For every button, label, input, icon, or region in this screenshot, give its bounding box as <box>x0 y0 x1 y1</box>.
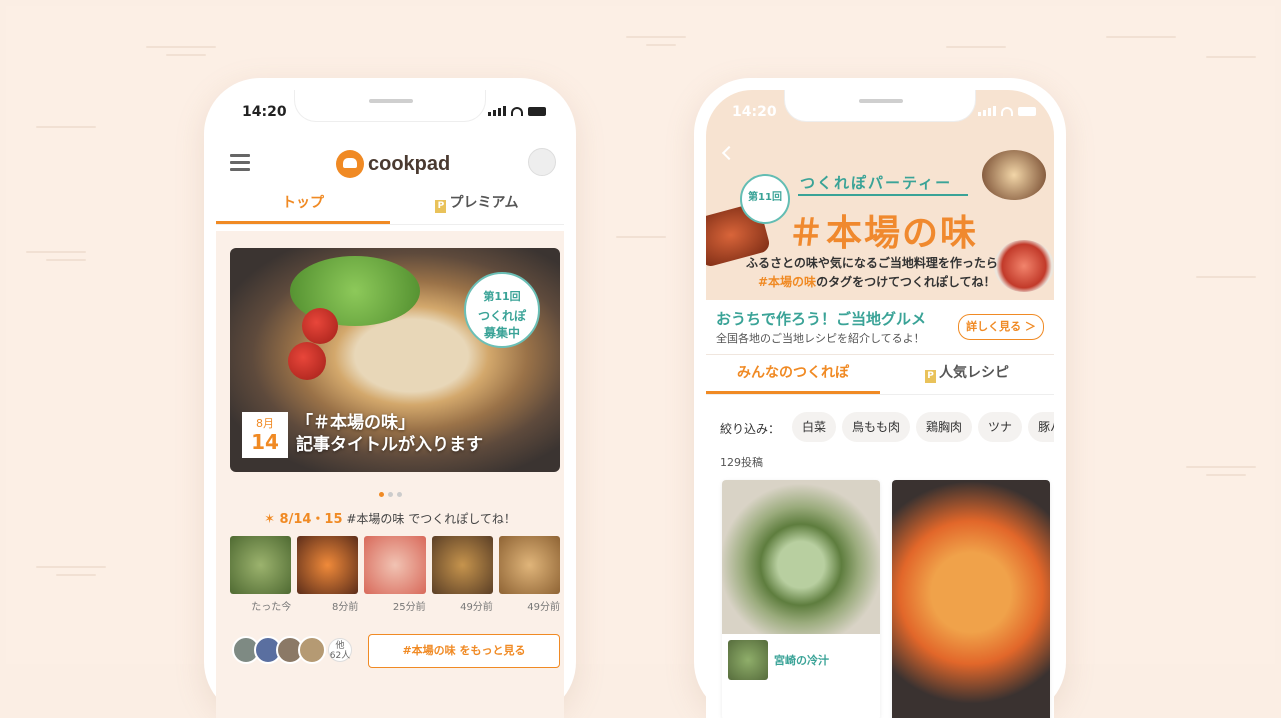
tab-premium[interactable]: P プレミアム <box>390 184 564 224</box>
tab-popular-recipes[interactable]: P 人気レシピ <box>880 354 1054 394</box>
user-avatar-icon[interactable] <box>528 148 556 176</box>
hero-title-line1: 「＃本場の味」 <box>296 413 415 433</box>
stamp-line2: 募集中 <box>483 326 520 340</box>
hero-title-line2: 記事タイトルが入ります <box>296 435 483 455</box>
title-underline <box>798 194 968 196</box>
left-phone: 14:20 cookpad トップ P プレミアム 第11回 つくれぽ 募集中 … <box>204 78 576 718</box>
gourmet-title: おうちで作ろう！ご当地グルメ <box>716 310 927 328</box>
wifi-icon <box>1001 106 1013 116</box>
callout-text: #本場の味 でつくれぽしてね！ <box>342 512 516 526</box>
signal-icon <box>978 106 996 116</box>
dish-graphic <box>994 240 1054 292</box>
see-more-button[interactable]: #本場の味 をもっと見る <box>368 634 560 668</box>
recipe-name: 宮崎の冷汁 <box>774 654 829 667</box>
others-count: 他 62人 <box>328 638 352 662</box>
main-tabs: トップ P プレミアム <box>216 184 564 225</box>
post-time: 25分前 <box>392 602 426 613</box>
event-stamp: 第11回 つくれぽ 募集中 <box>464 272 540 348</box>
others-label: 他 <box>335 641 345 651</box>
app-header: cookpad <box>216 142 564 182</box>
tab-popular-label: 人気レシピ <box>939 365 1009 381</box>
signal-icon <box>488 106 506 116</box>
date-day: 14 <box>251 430 279 454</box>
notch <box>294 90 486 122</box>
hero-title: 「＃本場の味」 記事タイトルが入ります <box>296 412 483 456</box>
chef-hat-logo-icon <box>336 150 364 178</box>
event-description-line2: #本場の味のタグをつけてつくれぽしてね！ <box>758 273 995 290</box>
post-image <box>722 480 880 634</box>
party-title: つくれぽパーティー <box>800 174 953 192</box>
logo-text: cookpad <box>368 152 451 175</box>
dish-graphic <box>982 150 1046 200</box>
battery-icon <box>528 106 546 116</box>
hashtag: #本場の味 <box>758 275 817 289</box>
callout-date: 8/14・15 <box>279 512 343 527</box>
desc-text: のタグをつけて <box>816 275 900 289</box>
details-button[interactable]: 詳しく見る ＞ <box>958 314 1044 340</box>
filter-chip[interactable]: ツナ <box>978 412 1023 442</box>
filter-chip[interactable]: 白菜 <box>792 412 837 442</box>
gourmet-promo: おうちで作ろう！ご当地グルメ 全国各地のご当地レシピを紹介してるよ！ 詳しく見る… <box>706 300 1054 355</box>
filter-chip[interactable]: 鶏胸肉 <box>916 412 973 442</box>
desc-end: してね！ <box>947 275 996 289</box>
cookpad-logo[interactable]: cookpad <box>336 150 450 178</box>
post-thumb[interactable]: 49分前 <box>431 536 493 613</box>
post-thumb[interactable]: たった今 <box>230 536 292 613</box>
event-description-line1: ふるさとの味や気になるご当地料理を作ったら <box>746 256 998 270</box>
tab-everyone-tsukurepo[interactable]: みんなのつくれぽ <box>706 354 880 394</box>
background-frame <box>6 6 1275 664</box>
notch <box>784 90 976 122</box>
stamp-number: 第11回 <box>483 290 521 303</box>
status-time: 14:20 <box>732 104 777 120</box>
tomato-graphic <box>288 342 326 380</box>
tomato-graphic <box>302 308 338 344</box>
others-number: 62人 <box>329 651 351 661</box>
post-thumb[interactable]: 25分前 <box>364 536 426 613</box>
status-time: 14:20 <box>242 104 287 120</box>
post-image <box>892 480 1050 718</box>
right-phone-screen: 14:20 第11回 つくれぽパーティー ＃本場の味 ふるさとの味や気になるご当… <box>706 90 1054 718</box>
carousel-dots[interactable] <box>216 482 564 501</box>
date-month: 8月 <box>256 417 274 430</box>
battery-icon <box>1018 106 1036 116</box>
post-time: 8分前 <box>332 602 359 613</box>
filter-chips: 白菜 鳥もも肉 鶏胸肉 ツナ 豚バラ <box>792 412 1054 442</box>
filter-label: 絞り込み： <box>720 422 781 436</box>
party-popper-icon: ✶ <box>264 512 280 527</box>
post-count: 129投稿 <box>720 456 763 469</box>
premium-icon: P <box>435 200 447 213</box>
post-thumb[interactable]: 8分前 <box>297 536 359 613</box>
filter-chip[interactable]: 鳥もも肉 <box>842 412 911 442</box>
event-number-badge: 第11回 <box>740 174 790 224</box>
stamp-line1: つくれぽ <box>477 309 526 323</box>
recipe-tabs: みんなのつくれぽ P 人気レシピ <box>706 354 1054 395</box>
premium-icon: P <box>925 370 936 383</box>
desc-bold: つくれぽ <box>899 275 948 289</box>
post-time: たった今 <box>251 602 292 613</box>
avatar <box>298 636 326 664</box>
post-card[interactable] <box>892 480 1050 718</box>
post-time: 49分前 <box>460 602 493 613</box>
date-box: 8月 14 <box>242 412 288 458</box>
hero-banner[interactable]: 第11回 つくれぽ 募集中 8月 14 「＃本場の味」 記事タイトルが入ります <box>230 248 560 472</box>
event-callout: ✶ 8/14・15 #本場の味 でつくれぽしてね！ <box>216 508 564 527</box>
wifi-icon <box>511 106 523 116</box>
gourmet-subtitle: 全国各地のご当地レシピを紹介してるよ！ <box>716 332 925 345</box>
post-thumb[interactable]: 49分前 <box>498 536 561 613</box>
tab-top[interactable]: トップ <box>216 184 390 224</box>
tab-premium-label: プレミアム <box>449 195 519 211</box>
recipe-thumbnail <box>728 640 768 680</box>
left-phone-screen: 14:20 cookpad トップ P プレミアム 第11回 つくれぽ 募集中 … <box>216 90 564 718</box>
menu-icon[interactable] <box>230 154 250 175</box>
recent-posts: たった今 8分前 25分前 49分前 49分前 <box>230 536 561 613</box>
post-card[interactable]: 宮崎の冷汁 <box>722 480 880 718</box>
right-phone: 14:20 第11回 つくれぽパーティー ＃本場の味 ふるさとの味や気になるご当… <box>694 78 1066 718</box>
filter-chip[interactable]: 豚バラ <box>1028 412 1054 442</box>
filter-bar: 絞り込み： 白菜 鳥もも肉 鶏胸肉 ツナ 豚バラ <box>706 410 1054 444</box>
event-title: ＃本場の味 <box>788 213 979 254</box>
post-card-footer: 宮崎の冷汁 <box>728 640 829 680</box>
post-time: 49分前 <box>527 602 561 613</box>
participant-avatars[interactable]: 他 62人 <box>232 636 352 664</box>
